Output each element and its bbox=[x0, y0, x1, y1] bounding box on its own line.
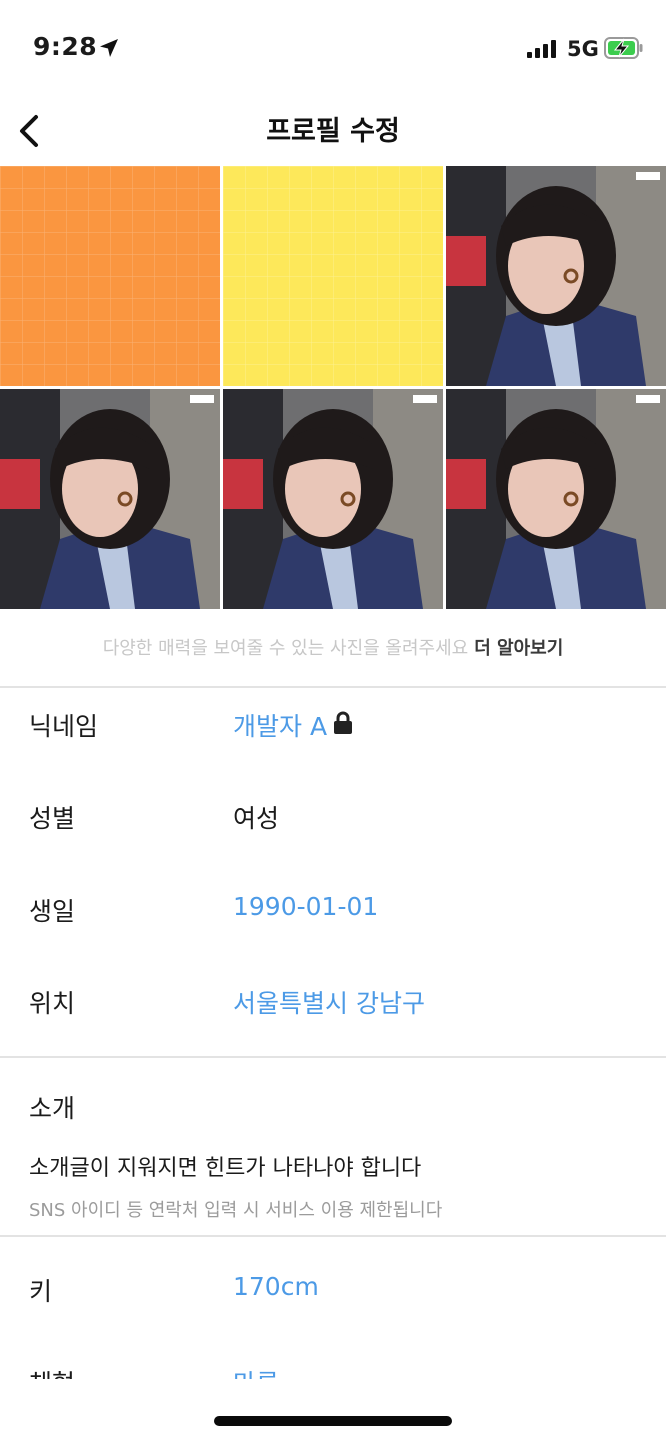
status-bar: 9:28 5G bbox=[0, 0, 666, 96]
photo-slot-2[interactable] bbox=[223, 166, 443, 386]
battery-charging-icon bbox=[604, 37, 643, 59]
gender-value: 여성 bbox=[233, 804, 280, 833]
network-type: 5G bbox=[567, 37, 599, 61]
bottom-safe-area bbox=[0, 1379, 666, 1440]
divider bbox=[0, 1235, 666, 1237]
nav-bar: 프로필 수정 bbox=[0, 96, 666, 166]
photo-slot-3[interactable] bbox=[446, 166, 666, 386]
height-value: 170cm bbox=[233, 1272, 319, 1301]
status-time: 9:28 bbox=[33, 32, 98, 61]
photo-slot-5[interactable] bbox=[223, 389, 443, 609]
learn-more-link[interactable]: 더 알아보기 bbox=[474, 638, 563, 659]
divider bbox=[0, 686, 666, 688]
location-value: 서울특별시 강남구 bbox=[233, 989, 425, 1018]
photo-hint-text: 다양한 매력을 보여줄 수 있는 사진을 올려주세요 bbox=[102, 638, 469, 659]
row-birthday[interactable]: 생일 1990-01-01 bbox=[0, 880, 666, 940]
row-gender[interactable]: 성별 여성 bbox=[0, 787, 666, 847]
intro-text-field[interactable]: 소개글이 지워지면 힌트가 나타나야 합니다 bbox=[29, 1150, 421, 1182]
intro-label: 소개 bbox=[29, 1094, 76, 1123]
gender-label: 성별 bbox=[29, 804, 76, 833]
lock-icon bbox=[334, 711, 352, 734]
row-nickname[interactable]: 닉네임 개발자 A bbox=[0, 695, 666, 755]
location-arrow-icon bbox=[100, 39, 118, 57]
photo-slot-6[interactable] bbox=[446, 389, 666, 609]
photo-slot-1[interactable] bbox=[0, 166, 220, 386]
divider bbox=[0, 1056, 666, 1058]
birthday-value: 1990-01-01 bbox=[233, 892, 379, 921]
page-title: 프로필 수정 bbox=[266, 116, 400, 147]
signal-icon bbox=[527, 40, 556, 58]
row-height[interactable]: 키 170cm bbox=[0, 1260, 666, 1320]
height-label: 키 bbox=[29, 1277, 53, 1306]
row-location[interactable]: 위치 서울특별시 강남구 bbox=[0, 972, 666, 1032]
nickname-label: 닉네임 bbox=[29, 712, 99, 741]
photo-slot-4[interactable] bbox=[0, 389, 220, 609]
intro-notice: SNS 아이디 등 연락처 입력 시 서비스 이용 제한됩니다 bbox=[29, 1200, 443, 1221]
photo-grid bbox=[0, 166, 666, 610]
nickname-value: 개발자 A bbox=[233, 712, 328, 741]
home-indicator bbox=[214, 1416, 452, 1426]
birthday-label: 생일 bbox=[29, 897, 76, 926]
location-label: 위치 bbox=[29, 989, 76, 1018]
photo-hint: 다양한 매력을 보여줄 수 있는 사진을 올려주세요 더 알아보기 bbox=[0, 634, 666, 660]
